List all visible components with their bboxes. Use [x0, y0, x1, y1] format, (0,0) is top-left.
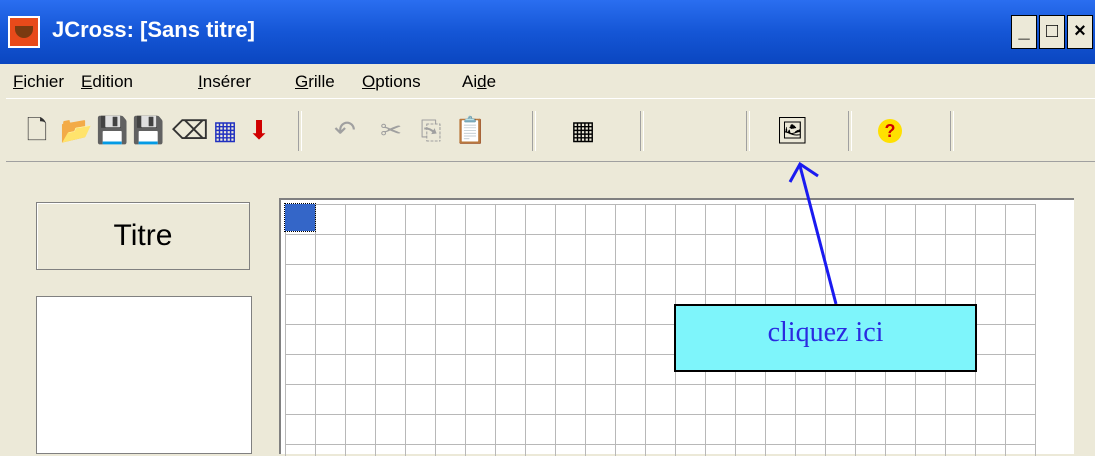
pointer-arrow: [788, 161, 838, 305]
callout-label: cliquez ici: [674, 304, 977, 372]
